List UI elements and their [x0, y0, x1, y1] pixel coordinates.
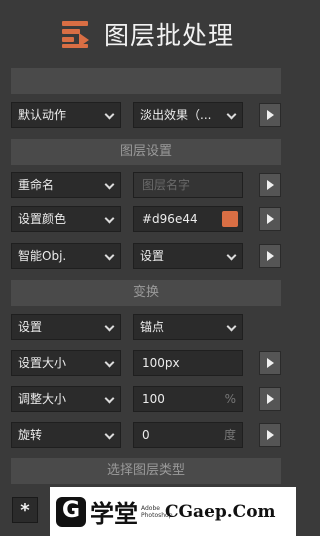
- rotate-unit: 度: [223, 428, 236, 442]
- rotate-value: 0: [142, 428, 150, 442]
- section-layer-settings: 图层设置: [11, 139, 281, 165]
- smart-object-dropdown[interactable]: 智能Obj.: [11, 243, 121, 269]
- apply-rename-button[interactable]: [259, 173, 281, 197]
- transform-mode-label: 设置: [18, 320, 43, 334]
- anchor-row: 设置 锚点: [11, 314, 281, 340]
- anchor-label: 锚点: [140, 320, 165, 334]
- smart-object-label: 智能Obj.: [18, 249, 67, 263]
- action-label: 淡出效果（...: [140, 108, 212, 122]
- chevron-down-icon: [104, 250, 115, 261]
- color-label: 设置颜色: [18, 212, 67, 226]
- resize-unit: %: [224, 392, 236, 406]
- panel-header: 图层批处理: [0, 0, 296, 68]
- chevron-down-icon: [226, 321, 237, 332]
- watermark: G 学堂 Adobe Photoshop CGaep.Com: [50, 487, 296, 536]
- smart-object-row: 智能Obj. 设置: [11, 243, 281, 269]
- resize-dropdown[interactable]: 调整大小: [11, 386, 121, 412]
- rotate-label: 旋转: [18, 428, 43, 442]
- size-row: 设置大小 100px: [11, 350, 281, 376]
- rename-row: 重命名 图层名字: [11, 172, 281, 198]
- chevron-down-icon: [104, 393, 115, 404]
- section-transform: 变换: [11, 280, 281, 306]
- size-dropdown[interactable]: 设置大小: [11, 350, 121, 376]
- color-dropdown[interactable]: 设置颜色: [11, 206, 121, 232]
- apply-resize-button[interactable]: [259, 387, 281, 411]
- all-layers-button[interactable]: *: [12, 497, 38, 523]
- smart-object-mode-label: 设置: [140, 249, 165, 263]
- panel-title: 图层批处理: [103, 21, 234, 50]
- rename-dropdown[interactable]: 重命名: [11, 172, 121, 198]
- chevron-down-icon: [226, 109, 237, 120]
- layers-export-icon: [61, 20, 90, 48]
- section-layer-type: 选择图层类型: [11, 458, 281, 484]
- apply-size-button[interactable]: [259, 351, 281, 375]
- resize-label: 调整大小: [18, 392, 67, 406]
- anchor-dropdown[interactable]: 锚点: [133, 314, 243, 340]
- watermark-small-text: Adobe Photoshop: [141, 504, 173, 519]
- layer-name-input[interactable]: 图层名字: [133, 172, 243, 198]
- rotate-input[interactable]: 0 度: [133, 422, 243, 448]
- apply-rotate-button[interactable]: [259, 423, 281, 447]
- color-hex-value: #d96e44: [142, 212, 198, 226]
- rotate-row: 旋转 0 度: [11, 422, 281, 448]
- color-swatch[interactable]: [222, 211, 238, 227]
- color-hex-input[interactable]: #d96e44: [133, 206, 243, 232]
- size-input[interactable]: 100px: [133, 350, 243, 376]
- chevron-down-icon: [104, 357, 115, 368]
- chevron-down-icon: [226, 250, 237, 261]
- smart-object-mode-dropdown[interactable]: 设置: [133, 243, 243, 269]
- chevron-down-icon: [104, 213, 115, 224]
- chevron-down-icon: [104, 429, 115, 440]
- action-set-dropdown[interactable]: 默认动作: [11, 102, 121, 128]
- resize-input[interactable]: 100 %: [133, 386, 243, 412]
- chevron-down-icon: [104, 321, 115, 332]
- resize-value: 100: [142, 392, 165, 406]
- chevron-down-icon: [104, 179, 115, 190]
- apply-smart-object-button[interactable]: [259, 244, 281, 268]
- watermark-cn-text: 学堂: [90, 500, 138, 528]
- chevron-down-icon: [104, 109, 115, 120]
- transform-mode-dropdown[interactable]: 设置: [11, 314, 121, 340]
- apply-color-button[interactable]: [259, 207, 281, 231]
- watermark-logo: G: [56, 496, 86, 527]
- action-set-label: 默认动作: [18, 108, 67, 122]
- empty-section-bar: [11, 68, 281, 94]
- watermark-domain: CGaep.Com: [165, 501, 276, 522]
- color-row: 设置颜色 #d96e44: [11, 206, 281, 232]
- action-dropdown[interactable]: 淡出效果（...: [133, 102, 243, 128]
- size-label: 设置大小: [18, 356, 67, 370]
- resize-row: 调整大小 100 %: [11, 386, 281, 412]
- rename-label: 重命名: [18, 178, 55, 192]
- play-action-button[interactable]: [259, 103, 281, 127]
- action-row: 默认动作 淡出效果（...: [11, 102, 281, 128]
- rotate-dropdown[interactable]: 旋转: [11, 422, 121, 448]
